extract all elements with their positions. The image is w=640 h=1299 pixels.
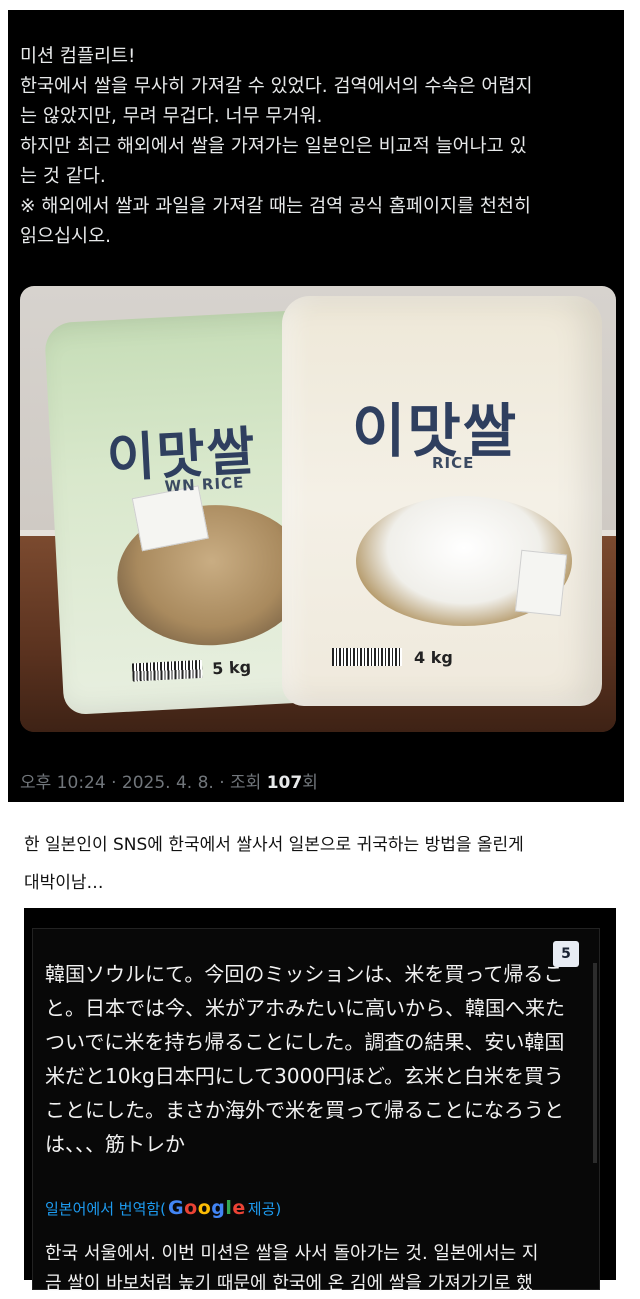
- barcode: [131, 659, 203, 682]
- jp-line: 米だと10kg日本円にして3000円ほど。玄米と白米を買う: [45, 1064, 565, 1088]
- view-count: 107: [266, 773, 303, 793]
- rice-bags-photo[interactable]: 이맛쌀 WN RICE 5 kg 이맛쌀 RICE 4 kg: [20, 286, 616, 732]
- kr-line: 한국 서울에서. 이번 미션은 쌀을 사서 돌아가는 것. 일본에서는 지: [45, 1243, 539, 1264]
- post-line: 한국에서 쌀을 무사히 가져갈 수 있었다. 검역에서의 수속은 어렵지: [20, 76, 533, 97]
- jp-line: ついでに米を持ち帰ることにした。調査の結果、安い韓国: [45, 1030, 565, 1054]
- jp-line: ことにした。まさか海外で米を買って帰ることになろうと: [45, 1098, 564, 1122]
- translated-by-google-link[interactable]: 일본어에서 번역함( Google 제공): [45, 1197, 281, 1219]
- post-card-dark: 미션 컴플리트! 한국에서 쌀을 무사히 가져갈 수 있었다. 검역에서의 수속…: [8, 10, 624, 802]
- jp-line: と。日本では今、米がアホみたいに高いから、韓国へ来た: [45, 996, 565, 1020]
- translated-suffix: 제공): [247, 1199, 282, 1218]
- translated-prefix: 일본어에서 번역함(: [45, 1199, 167, 1218]
- post-line: 는 않았지만, 무려 무겁다. 너무 무거워.: [20, 106, 323, 127]
- post-meta: 오후 10:24 · 2025. 4. 8. · 조회 107회: [20, 768, 318, 793]
- post-line: 하지만 최근 해외에서 쌀을 가져가는 일본인은 비교적 늘어나고 있: [20, 136, 527, 157]
- quoted-post-card: 5 韓国ソウルにて。今回のミッションは、米を買って帰るこ と。日本では今、米がア…: [24, 908, 616, 1294]
- jp-line: は、、、筋トレか: [45, 1132, 185, 1156]
- bag-subtitle: WN RICE: [164, 473, 245, 496]
- post-line: ※ 해외에서 쌀과 과일을 가져갈 때는 검역 공식 홈페이지를 천천히: [20, 196, 531, 217]
- google-logo: Google: [168, 1197, 246, 1219]
- post-body-text: 미션 컴플리트! 한국에서 쌀을 무사히 가져갈 수 있었다. 검역에서의 수속…: [20, 42, 620, 252]
- post-line: 는 것 같다.: [20, 166, 106, 187]
- view-suffix: 회: [302, 773, 318, 793]
- white-rice-bag: 이맛쌀 RICE 4 kg: [282, 296, 602, 706]
- kr-line: 금 쌀이 바보처럼 높기 때문에 한국에 온 김에 쌀을 가져가기로 했: [45, 1273, 533, 1294]
- article-caption: 한 일본인이 SNS에 한국에서 쌀사서 일본으로 귀국하는 방법을 올린게 대…: [24, 835, 524, 893]
- japanese-text: 韓国ソウルにて。今回のミッションは、米を買って帰るこ と。日本では今、米がアホみ…: [45, 957, 605, 1161]
- quarantine-sticker: [514, 549, 568, 617]
- post-line: 미션 컴플리트!: [20, 46, 136, 67]
- jp-line: 韓国ソウルにて。今回のミッションは、米を買って帰るこ: [45, 962, 564, 986]
- bag-weight: 4 kg: [414, 648, 453, 667]
- post-line: 읽으십시오.: [20, 226, 111, 247]
- korean-translation: 한국 서울에서. 이번 미션은 쌀을 사서 돌아가는 것. 일본에서는 지 금 …: [45, 1239, 605, 1299]
- bag-weight: 5 kg: [211, 657, 252, 679]
- quoted-post-inner: 5 韓国ソウルにて。今回のミッションは、米を買って帰るこ と。日本では今、米がア…: [32, 928, 600, 1294]
- post-timestamp: 오후 10:24 · 2025. 4. 8. · 조회: [20, 773, 267, 793]
- bag-subtitle: RICE: [432, 454, 475, 472]
- barcode: [332, 648, 402, 666]
